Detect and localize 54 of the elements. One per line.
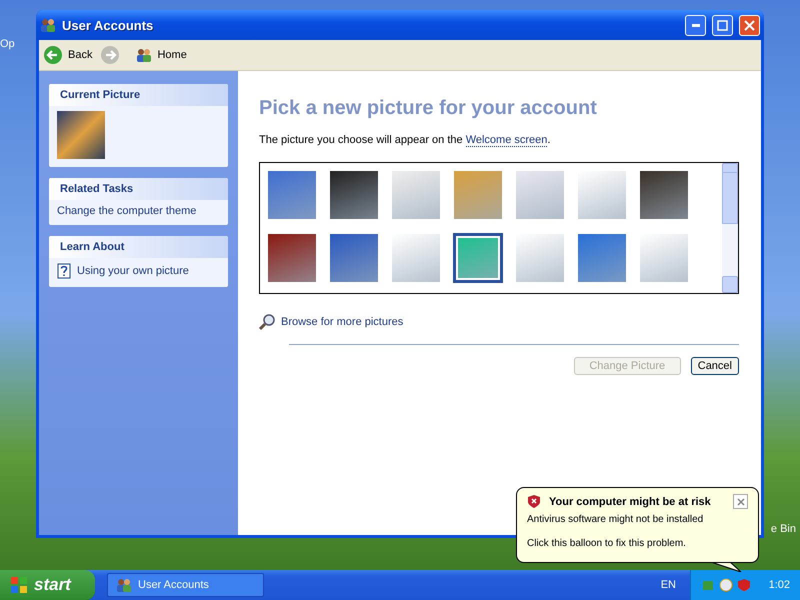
home-button[interactable]: Home (136, 48, 187, 62)
people-icon (116, 578, 132, 592)
desktop-icon-label: Op (0, 38, 15, 50)
browse-link[interactable]: Browse for more pictures (259, 314, 739, 330)
task-link[interactable]: Using your own picture (57, 263, 220, 279)
balloon-text: Click this balloon to fix this problem. (527, 538, 687, 549)
panel-title: Current Picture (49, 84, 228, 106)
picture-tile[interactable] (329, 233, 379, 283)
window-title: User Accounts (62, 18, 154, 32)
page-heading: Pick a new picture for your account (259, 97, 598, 120)
picture-tile[interactable] (453, 170, 503, 220)
close-icon (736, 498, 744, 506)
panel-title: Related Tasks (49, 178, 228, 200)
picture-tile[interactable] (391, 170, 441, 220)
language-indicator[interactable]: EN (660, 579, 676, 591)
picture-tile[interactable] (639, 233, 689, 283)
back-button[interactable]: Back (43, 45, 92, 65)
maximize-icon (717, 20, 728, 30)
clock: 1:02 (768, 579, 790, 591)
picture-tile[interactable] (639, 170, 689, 220)
maximize-button[interactable] (712, 14, 733, 36)
balloon-title: Your computer might be at risk (549, 496, 712, 508)
shield-icon (527, 494, 541, 509)
panel-title: Learn About (49, 236, 228, 258)
start-button[interactable]: start (0, 570, 95, 600)
photo-placeholder (57, 111, 105, 159)
balloon-text: Antivirus software might not be installed (527, 514, 704, 525)
notification-balloon[interactable]: Your computer might be at risk Antivirus software might not be installed Click this balloon to fix this problem. (516, 487, 759, 563)
picture-tile[interactable] (267, 170, 317, 220)
scrollbar[interactable] (722, 163, 738, 293)
picture-tile[interactable] (515, 233, 565, 283)
magnifier-icon (259, 314, 275, 330)
close-icon (744, 20, 755, 30)
picture-tile[interactable] (329, 170, 379, 220)
picture-tile[interactable] (267, 233, 317, 283)
taskbar-button[interactable]: User Accounts (107, 573, 264, 597)
people-icon (40, 18, 56, 32)
help-icon (57, 263, 71, 279)
picture-tile[interactable] (577, 233, 627, 283)
minimize-button[interactable] (685, 14, 706, 36)
picture-tile[interactable] (515, 170, 565, 220)
welcome-screen-link[interactable]: Welcome screen (466, 134, 548, 147)
windows-flag-icon (10, 576, 28, 594)
people-icon (136, 48, 152, 62)
desktop-icon-label: e Bin (770, 523, 796, 535)
shield-icon[interactable] (737, 578, 751, 592)
intro-text: The picture you choose will appear on the Welcome screen. (259, 134, 552, 146)
picture-tile[interactable] (577, 170, 627, 220)
picture-tile[interactable] (391, 233, 441, 283)
dialog-button[interactable]: Cancel (690, 357, 739, 375)
minimize-icon (692, 24, 700, 26)
task-link[interactable]: Change the computer theme (57, 205, 220, 217)
close-button[interactable] (733, 494, 748, 509)
picture-tile[interactable] (453, 233, 503, 283)
